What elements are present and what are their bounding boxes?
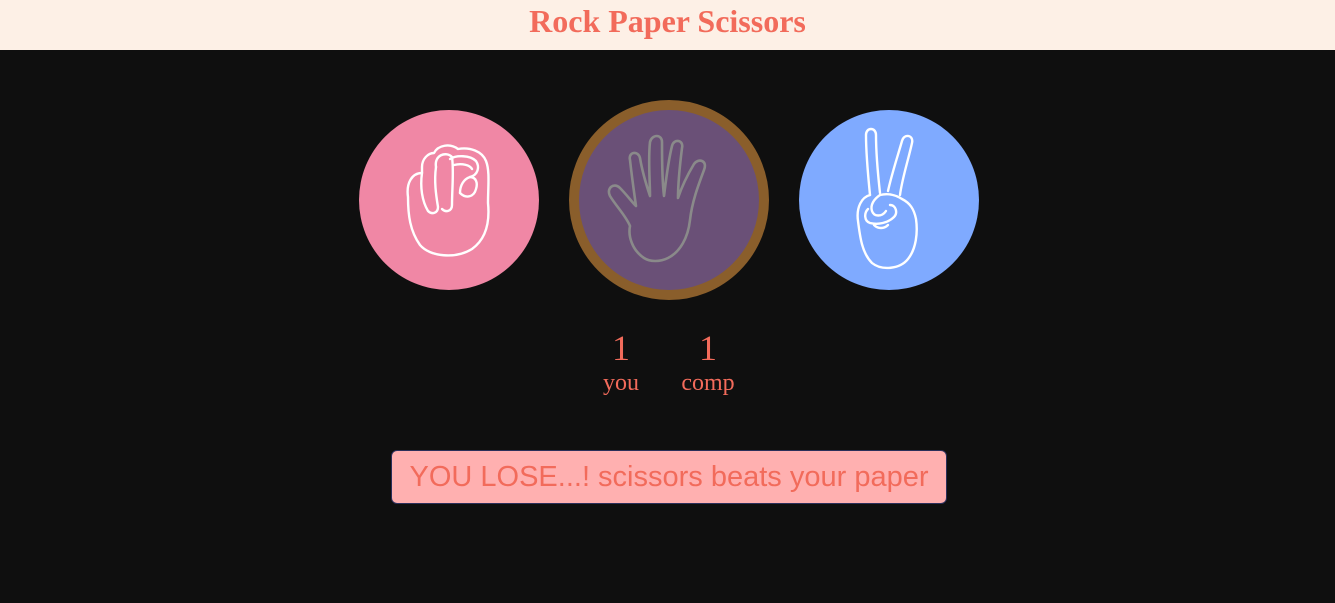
user-score-label: you [603,370,639,396]
comp-score: 1 comp [663,328,753,398]
user-score-value: 1 [612,328,630,368]
user-score: 1 you [576,328,666,398]
header-bar: Rock Paper Scissors [0,0,1335,50]
rock-button[interactable] [359,110,539,290]
fist-icon [406,144,490,257]
paper-button[interactable] [569,100,769,300]
comp-score-label: comp [681,370,735,396]
comp-score-value: 1 [699,328,717,368]
peace-sign-icon [856,127,918,270]
scissors-button[interactable] [799,110,979,290]
page-title: Rock Paper Scissors [529,2,806,39]
open-hand-icon [607,134,707,263]
result-message: YOU LOSE...! scissors beats your paper [391,450,947,504]
